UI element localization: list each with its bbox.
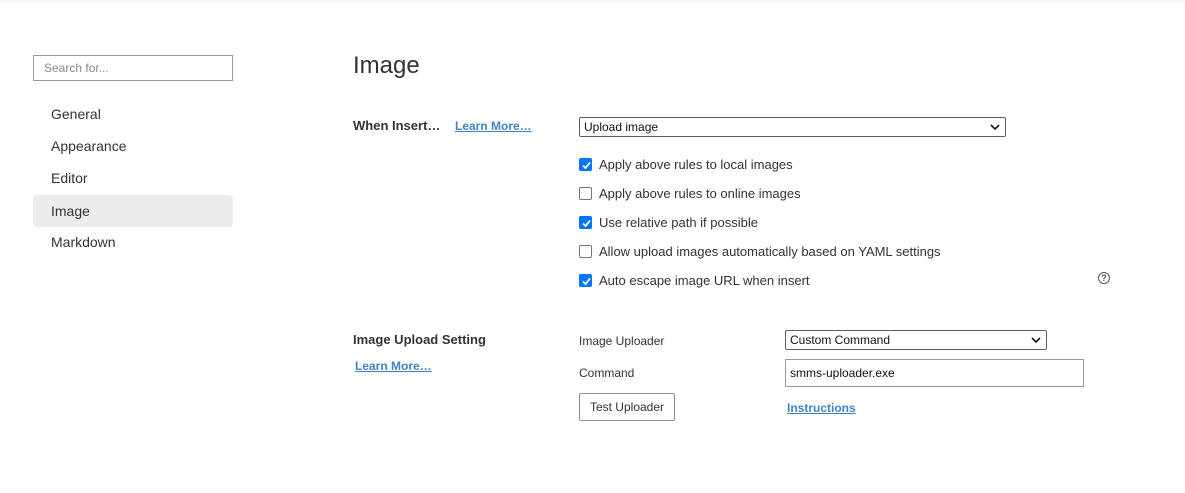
- checkbox-unchecked[interactable]: [579, 186, 592, 200]
- help-icon[interactable]: ?: [1098, 272, 1110, 284]
- upload-setting-label: Image Upload Setting: [353, 332, 486, 347]
- sidebar-item-appearance[interactable]: Appearance: [33, 130, 233, 162]
- option-label: Allow upload images automatically based …: [599, 243, 941, 259]
- checkbox-unchecked[interactable]: [579, 244, 592, 258]
- command-label: Command: [579, 366, 635, 380]
- top-edge: [0, 0, 1185, 4]
- page-title: Image: [353, 52, 420, 79]
- sidebar-item-general[interactable]: General: [33, 98, 233, 130]
- when-insert-label: When Insert…: [353, 118, 441, 133]
- image-uploader-select[interactable]: Custom Command: [785, 330, 1047, 350]
- checkbox-checked[interactable]: [579, 215, 592, 229]
- test-uploader-button[interactable]: Test Uploader: [579, 393, 675, 421]
- chevron-down-icon: [990, 124, 1000, 131]
- option-label: Apply above rules to local images: [599, 156, 793, 172]
- checkbox-checked[interactable]: [579, 157, 592, 171]
- checkmark-icon: [582, 219, 591, 227]
- option-label: Use relative path if possible: [599, 214, 758, 230]
- option-online-images[interactable]: Apply above rules to online images: [579, 183, 801, 203]
- chevron-down-icon: [1031, 337, 1041, 344]
- sidebar-item-editor[interactable]: Editor: [33, 162, 233, 194]
- option-local-images[interactable]: Apply above rules to local images: [579, 154, 793, 174]
- when-insert-select[interactable]: Upload image: [579, 117, 1006, 137]
- option-escape-url[interactable]: Auto escape image URL when insert: [579, 270, 810, 290]
- sidebar-item-image[interactable]: Image: [33, 195, 233, 227]
- sidebar-item-label: Image: [51, 203, 90, 219]
- when-insert-learn-more-link[interactable]: Learn More…: [455, 119, 532, 133]
- option-label: Auto escape image URL when insert: [599, 272, 810, 288]
- select-value: Custom Command: [790, 333, 891, 347]
- sidebar-item-label: Markdown: [51, 234, 116, 250]
- option-yaml-upload[interactable]: Allow upload images automatically based …: [579, 241, 941, 261]
- option-relative-path[interactable]: Use relative path if possible: [579, 212, 758, 232]
- checkbox-checked[interactable]: [579, 273, 592, 287]
- upload-setting-learn-more-link[interactable]: Learn More…: [355, 359, 432, 373]
- sidebar-item-label: Appearance: [51, 138, 127, 154]
- sidebar-item-markdown[interactable]: Markdown: [33, 226, 233, 258]
- checkmark-icon: [582, 277, 591, 285]
- command-input[interactable]: [785, 359, 1084, 387]
- sidebar-item-label: General: [51, 106, 101, 122]
- option-label: Apply above rules to online images: [599, 185, 801, 201]
- checkmark-icon: [582, 161, 591, 169]
- sidebar-item-label: Editor: [51, 170, 88, 186]
- image-uploader-label: Image Uploader: [579, 334, 665, 348]
- search-input[interactable]: [33, 55, 233, 81]
- select-value: Upload image: [584, 120, 659, 134]
- instructions-link[interactable]: Instructions: [787, 401, 856, 415]
